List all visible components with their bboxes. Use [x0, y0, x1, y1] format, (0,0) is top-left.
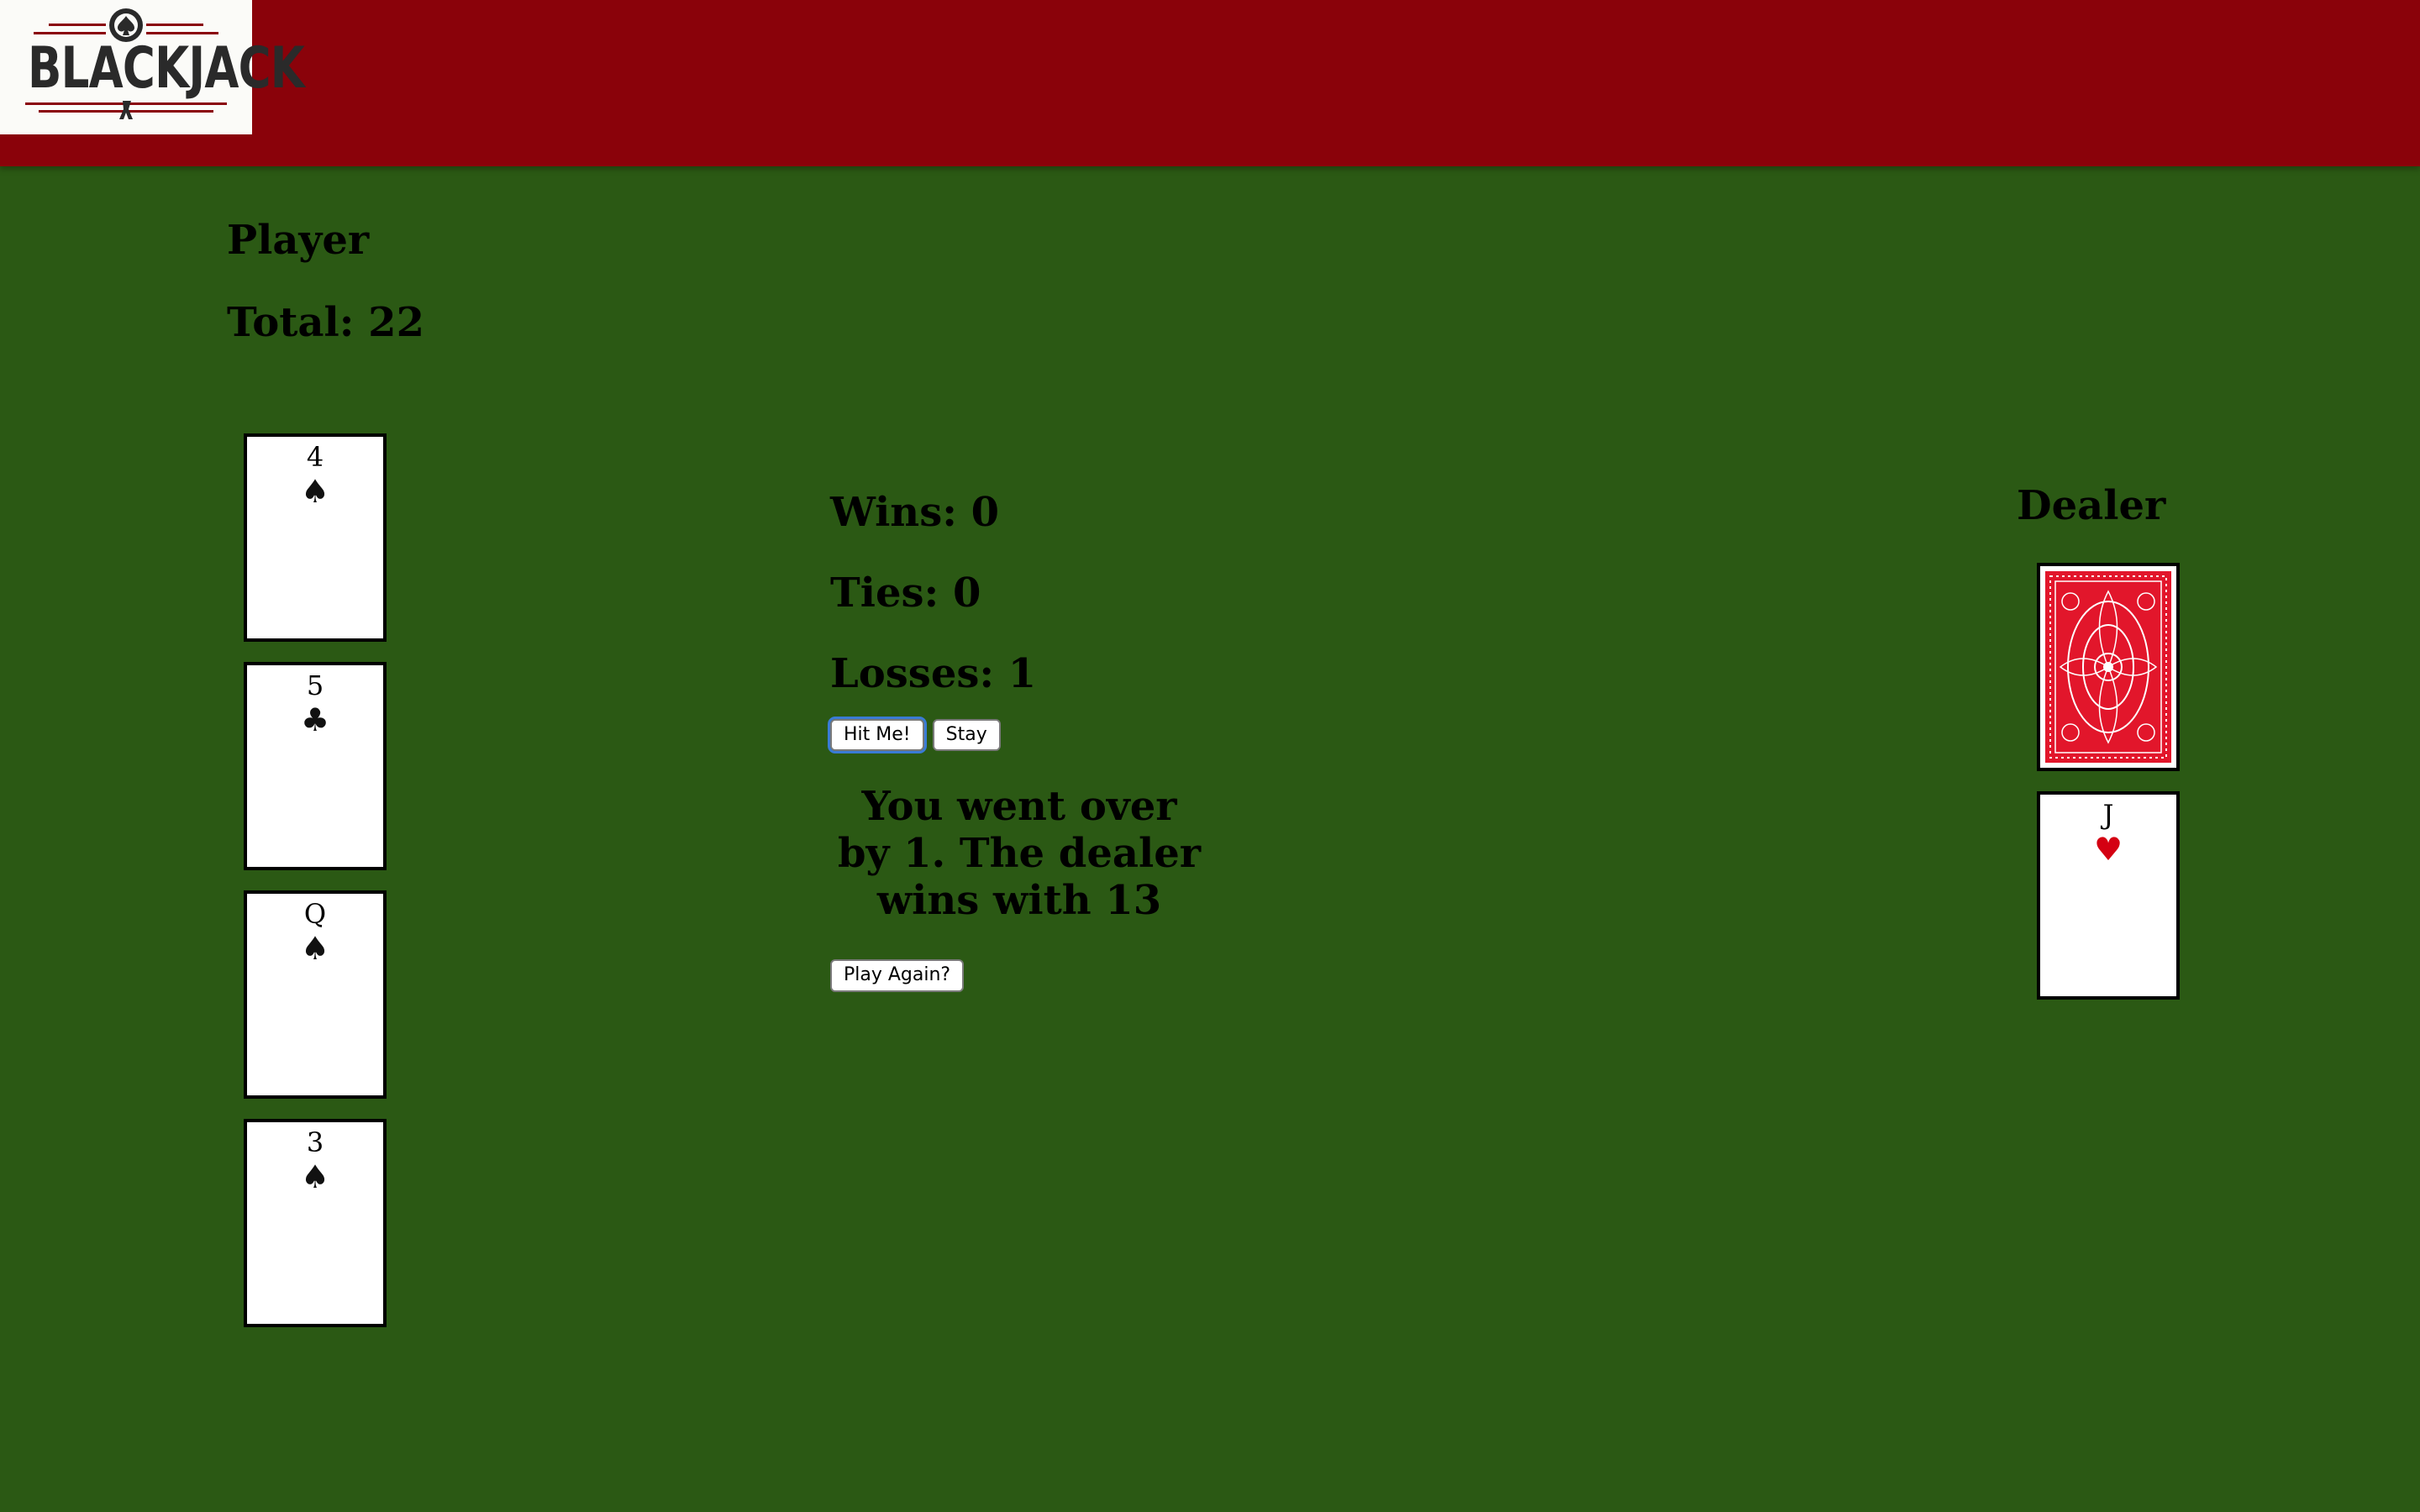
spade-icon: ♠: [300, 473, 330, 510]
result-message: You went over by 1. The dealer wins with…: [837, 783, 1202, 925]
wins-count: Wins: 0: [830, 489, 1000, 536]
card-rank: 4: [306, 441, 324, 473]
dealer-area: Dealer J ♥: [2017, 482, 2180, 1000]
player-card: 3 ♠: [244, 1119, 387, 1327]
hit-me-button[interactable]: Hit Me!: [828, 716, 927, 754]
action-buttons: Hit Me! Stay: [828, 716, 1208, 754]
card-rank: 5: [306, 669, 324, 701]
player-card: Q ♠: [244, 890, 387, 1099]
play-again-button[interactable]: Play Again?: [830, 959, 965, 992]
logo-text: BLACKJACK: [28, 35, 305, 102]
header-bar: BLACKJACK: [0, 0, 2420, 166]
card-back: [2037, 563, 2180, 771]
dealer-heading: Dealer: [2017, 482, 2166, 529]
card-rank: 3: [306, 1126, 324, 1158]
player-total: Total: 22: [227, 299, 424, 346]
player-card: 4 ♠: [244, 433, 387, 642]
player-area: Player Total: 22 4 ♠ 5 ♣ Q ♠ 3 ♠: [227, 217, 424, 1327]
stay-button[interactable]: Stay: [932, 719, 1001, 752]
card-rank: Q: [303, 898, 327, 930]
player-card: 5 ♣: [244, 662, 387, 870]
player-hand: 4 ♠ 5 ♣ Q ♠ 3 ♠: [244, 433, 387, 1347]
dealer-hand: J ♥: [2037, 563, 2180, 1020]
spade-icon: ♠: [300, 930, 330, 967]
heart-icon: ♥: [2093, 831, 2123, 868]
blackjack-logo: BLACKJACK: [0, 0, 305, 134]
card-rank: J: [2102, 799, 2114, 831]
player-heading: Player: [227, 217, 370, 264]
spade-icon: ♠: [300, 1158, 330, 1195]
dealer-card: J ♥: [2037, 791, 2180, 1000]
scoreboard-area: Wins: 0 Ties: 0 Losses: 1 Hit Me! Stay Y…: [828, 489, 1208, 992]
card-back-pattern-icon: [2040, 566, 2176, 768]
losses-count: Losses: 1: [830, 650, 1037, 697]
club-icon: ♣: [300, 701, 330, 738]
game-table: Player Total: 22 4 ♠ 5 ♣ Q ♠ 3 ♠ Wins: 0…: [0, 166, 2420, 1512]
ties-count: Ties: 0: [830, 570, 981, 617]
